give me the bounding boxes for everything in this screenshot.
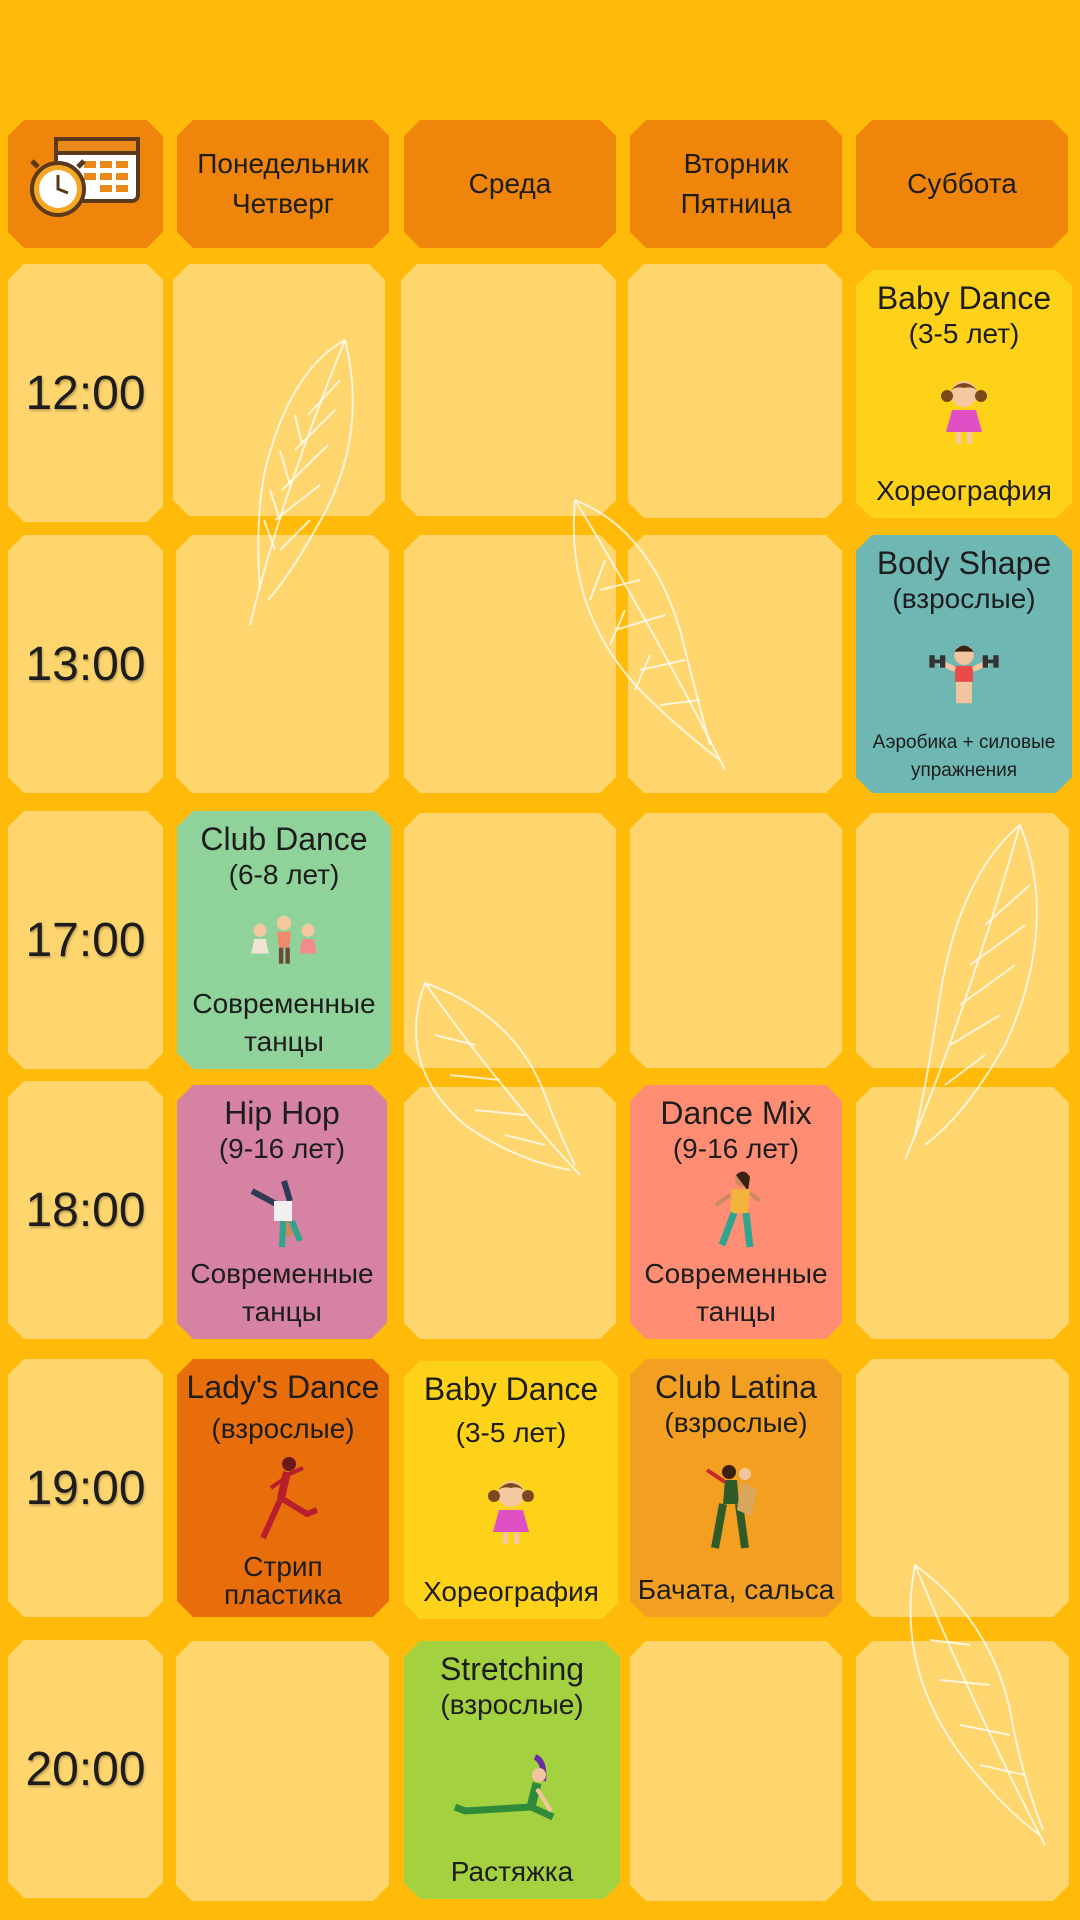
time-label: 18:00 [25,1183,146,1237]
empty-slot [173,264,385,516]
day-label: Суббота [907,168,1017,199]
class-age: (9-16 лет) [218,1133,346,1164]
class-age: (6-8 лет) [228,859,340,890]
class-card-body-shape[interactable]: Body Shape (взрослые) Аэробика + силовые… [856,535,1072,793]
time-label: 19:00 [25,1461,146,1515]
dancer-icon [696,1171,776,1251]
kids-dancing-icon [244,899,324,979]
class-card-club-dance[interactable]: Club Dance (6-8 лет) Современные танцы [177,811,391,1069]
header-tuesday-friday: Вторник Пятница [630,120,842,248]
empty-slot [856,1641,1069,1901]
day-label: Среда [468,168,552,199]
header-wednesday: Среда [404,120,616,248]
class-age: (взрослые) [211,1413,355,1444]
class-card-hip-hop[interactable]: Hip Hop (9-16 лет) Современные танцы [177,1085,387,1339]
leaping-dancer-icon [243,1460,323,1540]
class-description: Бачата, сальса [637,1574,835,1605]
girl-icon [471,1472,551,1552]
day-label: Вторник [683,148,789,179]
day-label: Понедельник [197,148,369,179]
empty-slot [176,1641,389,1901]
class-title: Club Dance [200,821,368,857]
woman-dumbbells-icon [924,633,1004,713]
class-card-club-latina[interactable]: Club Latina (взрослые) Бачата, сальса [630,1359,842,1617]
empty-slot [856,1359,1069,1617]
class-age: (3-5 лет) [908,318,1020,349]
class-title: Hip Hop [224,1095,340,1131]
empty-slot [856,813,1069,1068]
stretching-woman-icon [447,1748,577,1828]
header-monday-thursday: Понедельник Четверг [177,120,389,248]
class-title: Lady's Dance [186,1369,380,1405]
day-label: Четверг [231,188,335,219]
class-title: Baby Dance [876,280,1052,316]
class-title: Stretching [439,1651,585,1687]
class-description: Растяжка [450,1856,574,1887]
breakdancer-icon [242,1171,322,1251]
time-label: 12:00 [25,366,146,420]
empty-slot [630,813,842,1068]
class-title: Club Latina [655,1369,817,1405]
girl-icon [924,372,1004,452]
class-description: Аэробика + силовые упражнения [872,732,1056,781]
empty-slot [630,1641,842,1901]
class-age: (взрослые) [892,583,1036,614]
empty-slot [628,535,842,793]
time-label: 20:00 [25,1742,146,1796]
class-age: (9-16 лет) [672,1133,800,1164]
class-age: (взрослые) [664,1407,808,1438]
time-label: 13:00 [25,637,146,691]
calendar-clock-icon [26,131,146,238]
class-card-baby-dance[interactable]: Baby Dance (3-5 лет) Хореография [856,270,1072,518]
class-card-dance-mix[interactable]: Dance Mix (9-16 лет) Современные танцы [630,1085,842,1339]
class-age: (3-5 лет) [455,1417,567,1448]
time-label: 17:00 [25,913,146,967]
header-saturday: Суббота [856,120,1068,248]
time-cell: 17:00 [8,811,163,1069]
class-title: Dance Mix [660,1095,812,1131]
class-title: Baby Dance [423,1371,599,1407]
calendar-header-cell [8,120,163,248]
class-description: Хореография [423,1576,599,1607]
time-cell: 19:00 [8,1359,163,1617]
class-description: Современные танцы [644,1258,828,1327]
empty-slot [401,264,616,516]
empty-slot [404,1087,616,1339]
empty-slot [176,535,389,793]
class-card-ladys-dance[interactable]: Lady's Dance (взрослые) Стрип пластика [177,1359,389,1617]
class-card-baby-dance[interactable]: Baby Dance (3-5 лет) Хореография [404,1361,618,1619]
time-cell: 13:00 [8,535,163,793]
class-description: Современные танцы [190,1258,374,1327]
empty-slot [628,264,842,518]
class-card-stretching[interactable]: Stretching (взрослые) Растяжка [404,1641,620,1899]
class-description: Стрип пластика [224,1551,342,1610]
day-label: Пятница [680,188,792,219]
time-cell: 20:00 [8,1640,163,1898]
class-title: Body Shape [876,545,1052,581]
class-age: (взрослые) [440,1689,584,1720]
time-cell: 18:00 [8,1081,163,1339]
empty-slot [856,1087,1069,1339]
time-cell: 12:00 [8,264,163,522]
empty-slot [404,535,616,793]
class-description: Хореография [876,475,1052,506]
latin-dancers-icon [696,1466,776,1546]
class-description: Современные танцы [192,988,376,1057]
empty-slot [404,813,616,1068]
